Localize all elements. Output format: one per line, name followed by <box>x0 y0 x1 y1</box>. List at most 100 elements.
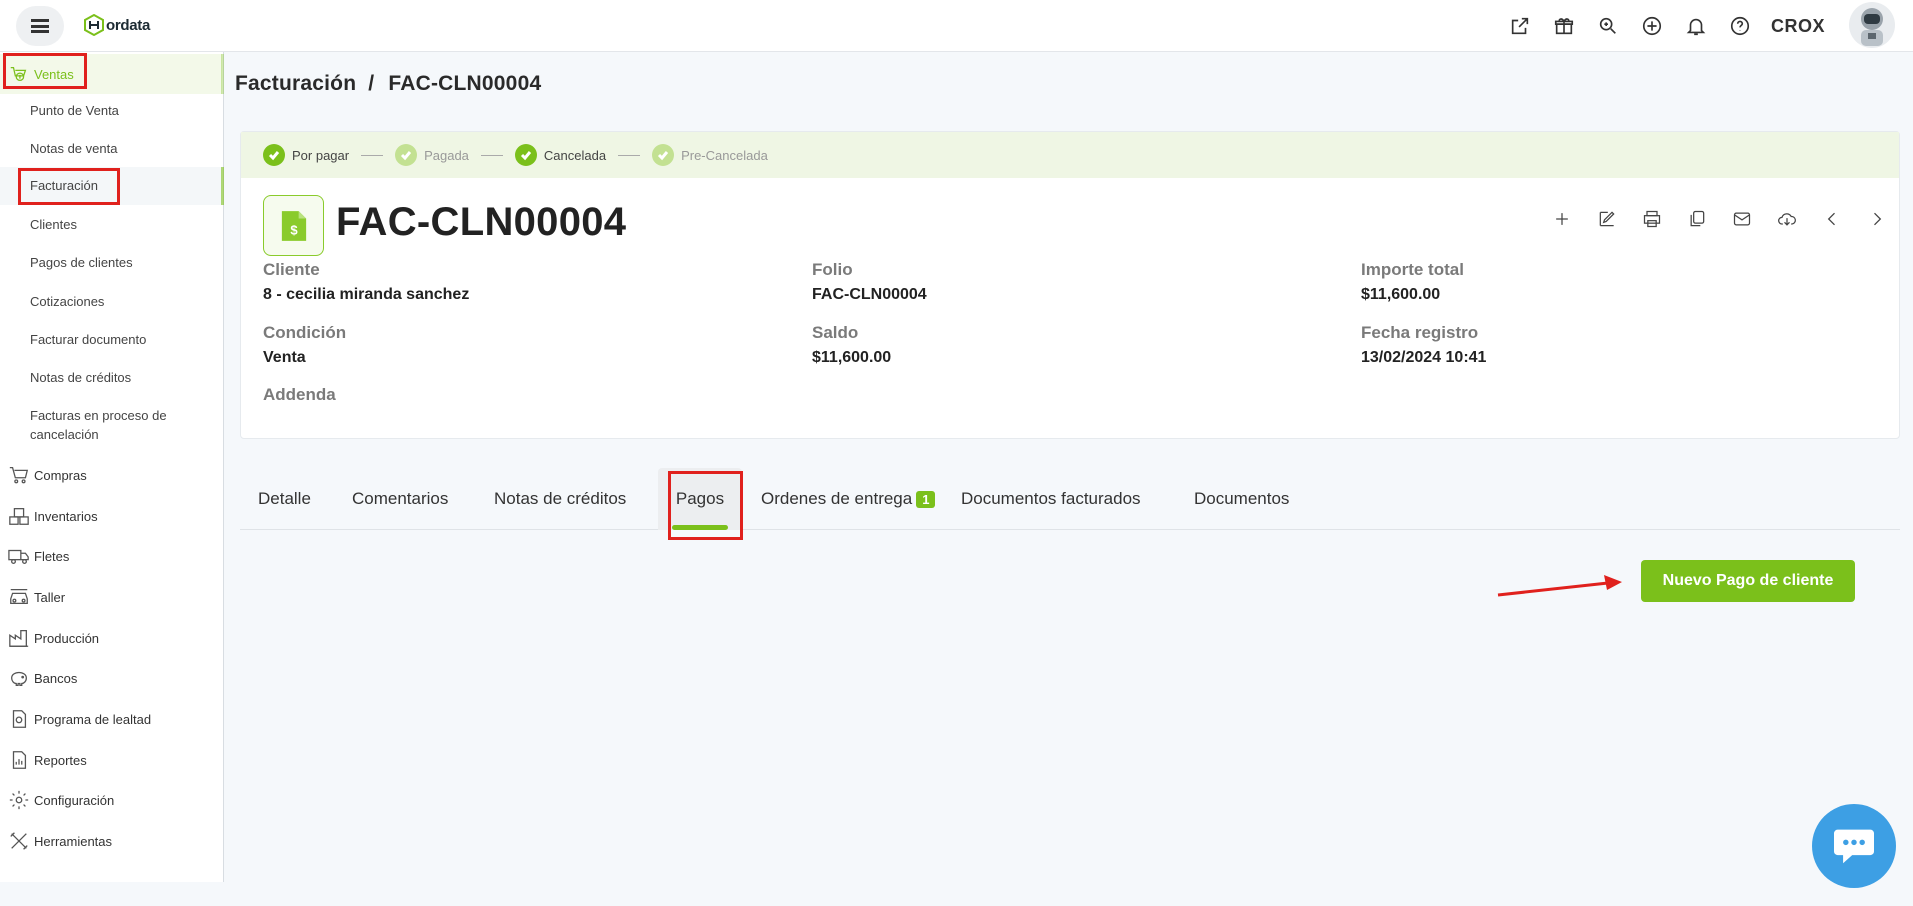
saldo-label: Saldo <box>812 323 859 342</box>
sidebar-subitem-notas-de-creditos[interactable]: Notas de créditos <box>0 368 222 387</box>
help-icon[interactable] <box>1725 11 1755 41</box>
step-separator <box>361 154 384 156</box>
sidebar-item-inventarios[interactable]: Inventarios <box>0 496 222 536</box>
status-step-por-pagar: Por pagar <box>263 144 349 166</box>
mail-icon[interactable] <box>1719 204 1764 234</box>
sidebar-item-ventas[interactable]: Ventas <box>0 54 224 94</box>
tools-icon <box>8 830 30 852</box>
app-logo[interactable]: ordata <box>84 14 150 36</box>
loyalty-card-icon <box>8 708 30 730</box>
sidebar-item-compras[interactable]: Compras <box>0 455 222 495</box>
sidebar-subitem-facturas-cancelacion[interactable]: Facturas en proceso de cancelación <box>0 406 200 444</box>
tab-pagos[interactable]: Pagos <box>658 468 742 530</box>
truck-icon <box>8 545 30 567</box>
sidebar-item-label: Reportes <box>34 752 87 768</box>
tab-ordenes-de-entrega[interactable]: Ordenes de entrega 1 <box>761 468 936 530</box>
user-name[interactable]: CROX <box>1771 16 1825 37</box>
invoice-document-icon: $ <box>263 195 324 256</box>
cloud-download-icon[interactable] <box>1764 204 1809 234</box>
breadcrumb-parent[interactable]: Facturación <box>235 72 356 95</box>
hamburger-icon <box>31 19 49 33</box>
sidebar-item-label: Inventarios <box>34 508 98 524</box>
annotation-arrow <box>1497 575 1622 597</box>
step-separator <box>618 154 641 156</box>
breadcrumb-separator: / <box>368 72 375 95</box>
add-circle-icon[interactable] <box>1637 11 1667 41</box>
sidebar-item-herramientas[interactable]: Herramientas <box>0 821 222 861</box>
sidebar-item-fletes[interactable]: Fletes <box>0 536 222 576</box>
sidebar-item-label: Fletes <box>34 548 70 564</box>
sidebar-item-taller[interactable]: Taller <box>0 577 222 617</box>
sidebar-item-produccion[interactable]: Producción <box>0 618 222 658</box>
tab-notas-de-creditos[interactable]: Notas de créditos <box>494 468 626 530</box>
status-stepper: Por pagar Pagada Cancelada Pre-Cancelada <box>241 132 1899 178</box>
check-icon <box>395 144 418 166</box>
status-step-pagada: Pagada <box>395 144 469 166</box>
sidebar-item-bancos[interactable]: Bancos <box>0 658 222 698</box>
edit-icon[interactable] <box>1584 204 1629 234</box>
boxes-icon <box>8 505 30 527</box>
tab-label: Documentos facturados <box>961 489 1141 508</box>
tab-label: Documentos <box>1194 489 1290 508</box>
user-avatar[interactable] <box>1849 2 1895 48</box>
breadcrumb: Facturación / FAC-CLN00004 <box>235 72 541 96</box>
external-link-icon[interactable] <box>1505 11 1535 41</box>
folio-value: FAC-CLN00004 <box>812 286 927 303</box>
top-actions: CROX <box>1505 11 1825 41</box>
print-icon[interactable] <box>1629 204 1674 234</box>
sidebar-subitem-clientes[interactable]: Clientes <box>0 215 222 234</box>
piggy-bank-icon <box>8 667 30 689</box>
tab-detalle[interactable]: Detalle <box>258 468 311 530</box>
sidebar-item-label: Herramientas <box>34 833 113 849</box>
sidebar-subitem-notas-de-venta[interactable]: Notas de venta <box>0 139 222 158</box>
sidebar-item-configuracion[interactable]: Configuración <box>0 780 222 820</box>
status-step-label: Por pagar <box>292 147 350 163</box>
sidebar-subitem-cotizaciones[interactable]: Cotizaciones <box>0 292 222 311</box>
bell-icon[interactable] <box>1681 11 1711 41</box>
sidebar-subitem-pagos-de-clientes[interactable]: Pagos de clientes <box>0 253 222 272</box>
invoice-card: Por pagar Pagada Cancelada Pre-Cancelada… <box>240 131 1900 439</box>
sidebar-subitem-facturacion[interactable]: Facturación <box>0 167 224 205</box>
tab-documentos-facturados[interactable]: Documentos facturados <box>961 468 1141 530</box>
sidebar-item-label: Programa de lealtad <box>34 711 152 727</box>
tab-label: Ordenes de entrega <box>761 489 913 508</box>
add-icon[interactable] <box>1539 204 1584 234</box>
sidebar-item-label: Ventas <box>34 66 74 82</box>
importe-total-label: Importe total <box>1361 260 1464 279</box>
tab-documentos[interactable]: Documentos <box>1194 468 1289 530</box>
search-icon[interactable] <box>1593 11 1623 41</box>
check-icon <box>514 144 537 166</box>
top-bar: ordata CROX <box>0 0 1913 52</box>
sidebar-item-label: Producción <box>34 630 100 646</box>
chevron-left-icon[interactable] <box>1809 204 1854 234</box>
document-tabs: Detalle Comentarios Notas de créditos Pa… <box>240 468 1900 530</box>
addenda-label: Addenda <box>263 385 336 404</box>
sidebar-subitem-punto-de-venta[interactable]: Punto de Venta <box>0 101 222 120</box>
fecha-registro-label: Fecha registro <box>1361 323 1479 342</box>
cliente-label: Cliente <box>263 260 320 279</box>
importe-total-value: $11,600.00 <box>1361 286 1441 303</box>
tab-label: Notas de créditos <box>494 489 627 508</box>
car-icon <box>8 586 30 608</box>
tab-comentarios[interactable]: Comentarios <box>352 468 448 530</box>
sidebar-item-programa-de-lealtad[interactable]: Programa de lealtad <box>0 699 222 739</box>
chat-bubble-icon <box>1834 829 1874 864</box>
status-step-label: Cancelada <box>543 147 607 163</box>
menu-toggle-button[interactable] <box>16 6 64 46</box>
report-icon <box>8 749 30 771</box>
new-customer-payment-button[interactable]: Nuevo Pago de cliente <box>1641 560 1855 602</box>
copy-icon[interactable] <box>1674 204 1719 234</box>
factory-icon <box>8 627 30 649</box>
sidebar-item-label: Bancos <box>34 670 78 686</box>
sidebar-item-reportes[interactable]: Reportes <box>0 740 222 780</box>
condicion-label: Condición <box>263 323 347 342</box>
status-step-label: Pre-Cancelada <box>681 147 768 163</box>
document-actions <box>1539 204 1899 234</box>
chevron-right-icon[interactable] <box>1854 204 1899 234</box>
sidebar: Ventas Punto de Venta Notas de venta Fac… <box>0 52 224 882</box>
cliente-value: 8 - cecilia miranda sanchez <box>263 286 470 303</box>
sidebar-subitem-facturar-documento[interactable]: Facturar documento <box>0 330 222 349</box>
gift-icon[interactable] <box>1549 11 1579 41</box>
chat-support-button[interactable] <box>1812 804 1896 888</box>
folio-label: Folio <box>812 260 853 279</box>
